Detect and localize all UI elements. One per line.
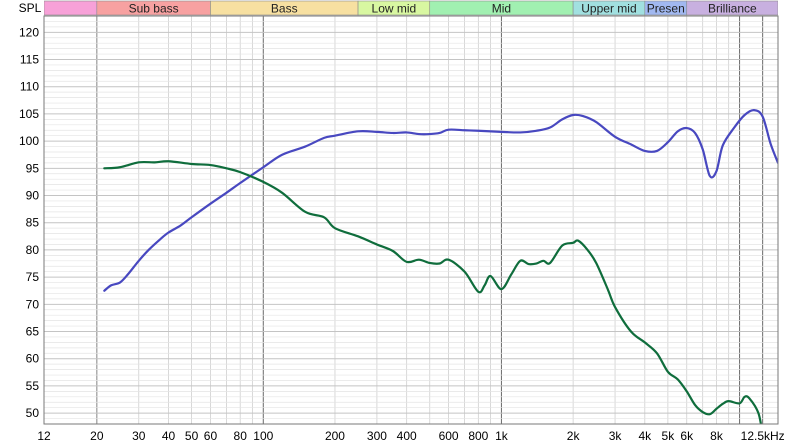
y-tick-label: 90 — [26, 189, 40, 203]
x-tick-label: 300 — [367, 429, 387, 443]
frequency-bands: Sub bass Bass Low mid Mid Upper mid Presen Bri… — [44, 0, 778, 16]
x-tick-label: 60 — [204, 429, 218, 443]
x-tick-label: 80 — [234, 429, 248, 443]
x-tick-label: 4k — [638, 429, 652, 443]
x-tick-label: 2k — [567, 429, 581, 443]
band-label-3: Low mid — [372, 2, 417, 16]
x-tick-label: 20 — [90, 429, 104, 443]
y-tick-label: 80 — [26, 243, 40, 257]
x-tick-label: 12.5kHz — [741, 429, 785, 443]
frequency-response-chart: Sub bass Bass Low mid Mid Upper mid Presen Bri… — [0, 0, 800, 448]
y-axis-title: SPL — [19, 1, 42, 15]
x-tick-label: 100 — [253, 429, 273, 443]
x-tick-label: 8k — [710, 429, 724, 443]
y-tick-label: 50 — [26, 406, 40, 420]
band-label-6: Presen — [647, 2, 685, 16]
y-tick-label: 55 — [26, 379, 40, 393]
x-tick-label: 40 — [162, 429, 176, 443]
x-tick-label: 6k — [680, 429, 694, 443]
y-tick-label: 75 — [26, 270, 40, 284]
x-tick-label: 12 — [37, 429, 51, 443]
y-tick-label: 120 — [19, 25, 39, 39]
x-tick-label: 400 — [397, 429, 417, 443]
y-tick-label: 85 — [26, 216, 40, 230]
x-tick-label: 800 — [468, 429, 488, 443]
y-tick-label: 115 — [20, 53, 39, 67]
band-label-7: Brilliance — [708, 2, 757, 16]
y-tick-label: 95 — [26, 161, 40, 175]
x-tick-label: 3k — [609, 429, 623, 443]
band-label-1: Sub bass — [129, 2, 179, 16]
x-tick-label: 200 — [325, 429, 345, 443]
y-tick-label: 110 — [20, 80, 39, 94]
band-label-2: Bass — [271, 2, 298, 16]
y-tick-label: 100 — [19, 134, 39, 148]
band-label-4: Mid — [492, 2, 511, 16]
y-tick-label: 60 — [26, 352, 40, 366]
x-tick-label: 30 — [132, 429, 146, 443]
x-tick-label: 50 — [185, 429, 199, 443]
y-tick-label: 70 — [26, 297, 40, 311]
x-tick-label: 5k — [662, 429, 676, 443]
band-label-5: Upper mid — [581, 2, 636, 16]
y-tick-label: 105 — [19, 107, 39, 121]
x-tick-label: 1k — [495, 429, 509, 443]
x-tick-label: 600 — [439, 429, 459, 443]
band-0 — [44, 0, 98, 16]
y-tick-label: 65 — [26, 325, 40, 339]
